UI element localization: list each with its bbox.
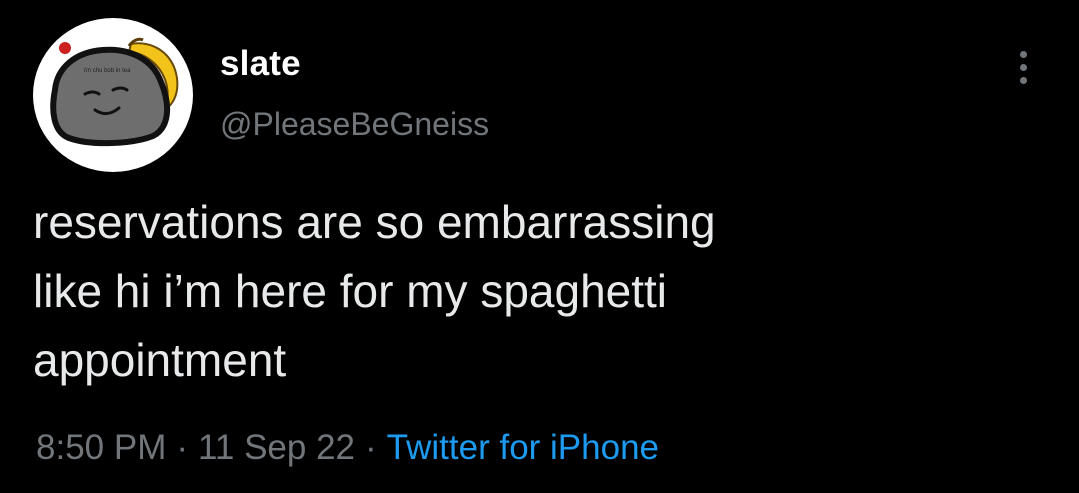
tweet-text: reservations are so embarrassing like hi…: [33, 196, 716, 386]
meta-separator: ·: [176, 428, 189, 467]
user-handle[interactable]: @PleaseBeGneiss: [220, 106, 489, 143]
avatar[interactable]: i'm chu bob in tea: [33, 18, 193, 172]
tweet-date[interactable]: 11 Sep 22: [198, 428, 355, 467]
tweet: i'm chu bob in tea slate @PleaseBeGneiss…: [0, 0, 1079, 493]
tweet-time[interactable]: 8:50 PM: [36, 428, 166, 467]
more-options-button[interactable]: [1006, 42, 1040, 92]
cartoon-rock-avatar-icon: i'm chu bob in tea: [50, 37, 179, 147]
tweet-meta: 8:50 PM · 11 Sep 22 · Twitter for iPhone: [36, 428, 659, 468]
tweet-source-link[interactable]: Twitter for iPhone: [387, 428, 659, 467]
more-options-icon: [1019, 76, 1027, 84]
meta-separator: ·: [365, 428, 377, 467]
display-name[interactable]: slate: [220, 44, 301, 84]
avatar-caption: i'm chu bob in tea: [84, 68, 132, 74]
more-options-icon: [1019, 63, 1027, 71]
more-options-icon: [1019, 50, 1027, 58]
